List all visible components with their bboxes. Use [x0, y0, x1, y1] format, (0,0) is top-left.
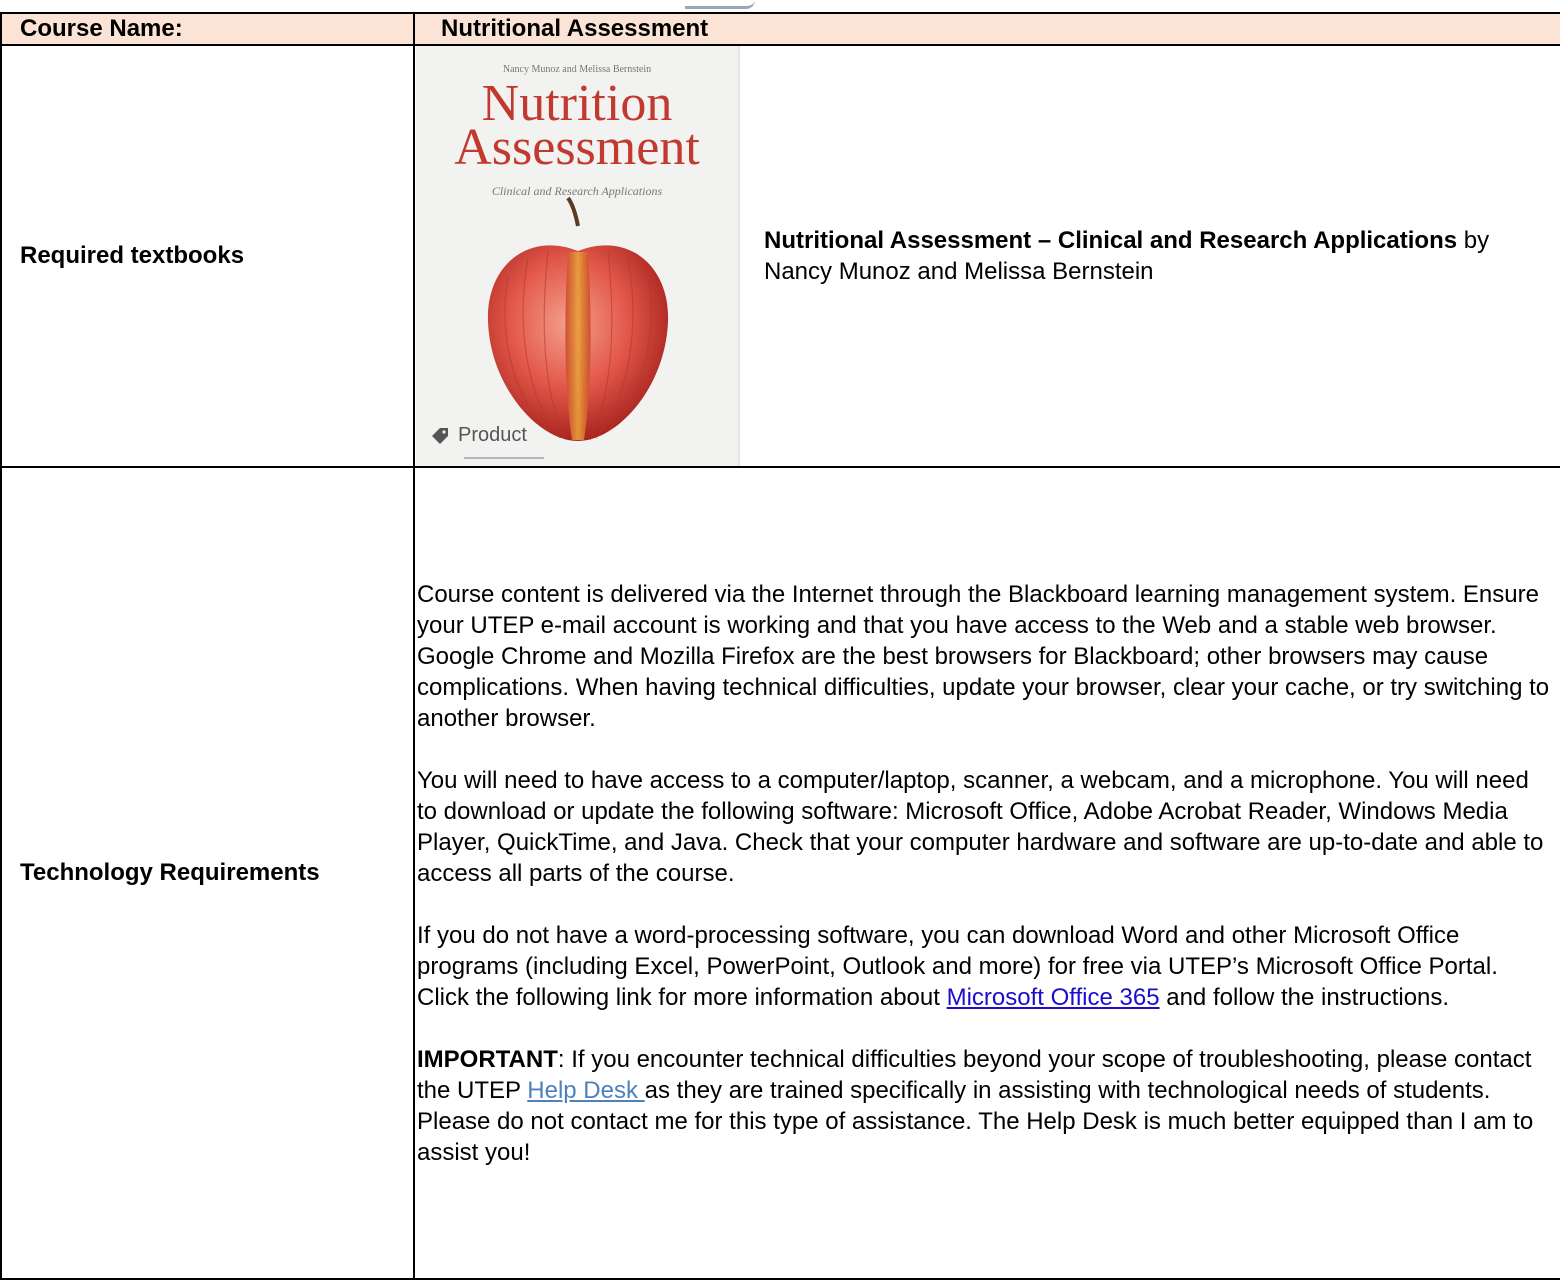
book-cover-image: Nancy Munoz and Melissa Bernstein Nutrit…: [416, 46, 740, 466]
technology-content: Course content is delivered via the Inte…: [413, 466, 1560, 1280]
decorative-arc: [685, 0, 755, 9]
product-tab-underline: [464, 457, 544, 459]
course-name-value: Nutritional Assessment: [413, 12, 1560, 46]
tag-icon: [432, 427, 448, 444]
book-info: Nutritional Assessment – Clinical and Re…: [764, 225, 1544, 287]
textbooks-row: Required textbooks Nancy Munoz and Melis…: [0, 44, 1560, 468]
product-tag-label: Product: [458, 424, 527, 446]
tech-paragraph-3-tail: and follow the instructions.: [1159, 983, 1450, 1011]
syllabus-page: Course Name: Nutritional Assessment Requ…: [0, 0, 1560, 1280]
course-name-label: Course Name:: [0, 12, 415, 46]
tech-paragraph-1: Course content is delivered via the Inte…: [417, 580, 1550, 732]
product-tag: Product: [430, 424, 527, 447]
help-desk-link[interactable]: Help Desk: [527, 1077, 644, 1104]
technology-row: Technology Requirements Course content i…: [0, 466, 1560, 1280]
textbooks-content: Nancy Munoz and Melissa Bernstein Nutrit…: [413, 44, 1560, 468]
cover-title-line2: Assessment: [454, 119, 700, 176]
textbooks-label: Required textbooks: [0, 44, 415, 468]
tech-paragraph-4: IMPORTANT: If you encounter technical di…: [417, 1044, 1552, 1168]
book-title: Nutritional Assessment – Clinical and Re…: [764, 227, 1458, 254]
microsoft-office-365-link[interactable]: Microsoft Office 365: [947, 984, 1160, 1011]
course-name-row: Course Name: Nutritional Assessment: [0, 12, 1560, 46]
course-info-table: Course Name: Nutritional Assessment Requ…: [0, 12, 1560, 1280]
tech-paragraph-2: You will need to have access to a comput…: [417, 766, 1544, 887]
apple-illustration: [487, 196, 669, 441]
cover-title: Nutrition Assessment: [416, 78, 738, 176]
important-label: IMPORTANT: [417, 1045, 558, 1073]
technology-label: Technology Requirements: [0, 466, 415, 1280]
tech-paragraph-3: If you do not have a word-processing sof…: [417, 920, 1552, 1013]
cover-authors: Nancy Munoz and Melissa Bernstein: [502, 64, 652, 75]
